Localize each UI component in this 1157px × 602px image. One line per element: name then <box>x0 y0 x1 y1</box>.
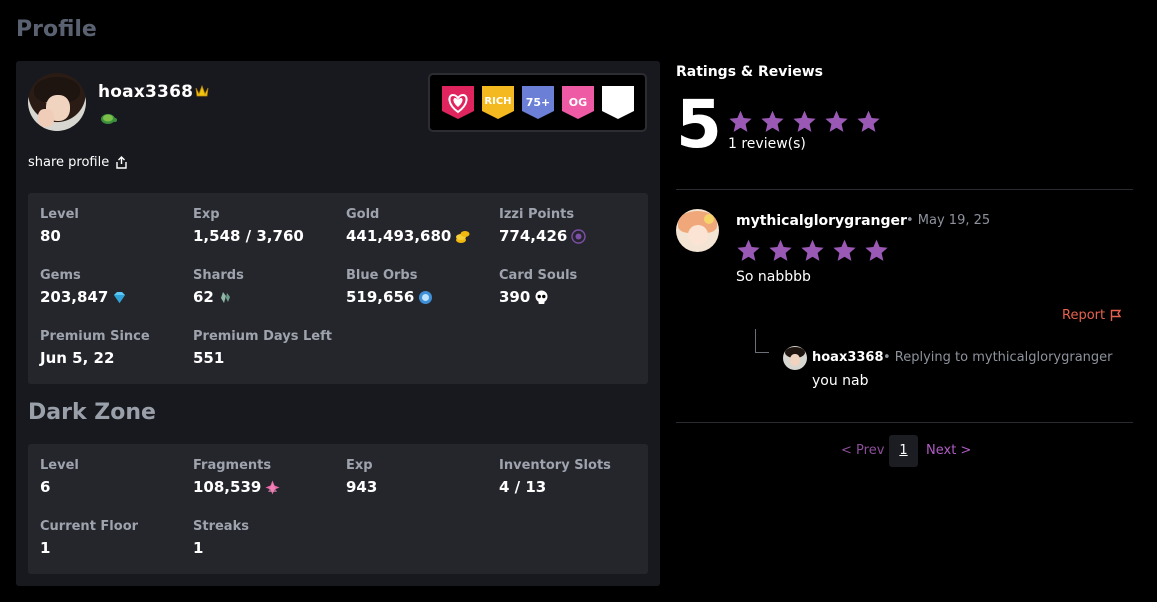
rating-stars <box>728 109 881 134</box>
review-count: 1 review(s) <box>728 136 806 152</box>
next-page-button[interactable]: Next > <box>926 443 971 458</box>
divider <box>676 189 1133 190</box>
page-number-button[interactable]: 1 <box>889 435 918 467</box>
share-profile-label: share profile <box>28 155 110 170</box>
ratings-title: Ratings & Reviews <box>676 64 823 80</box>
dz-stat-exp: Exp 943 <box>346 458 378 496</box>
star-icon <box>825 110 848 132</box>
star-icon <box>857 110 880 132</box>
blue-orb-icon <box>419 290 433 304</box>
stat-gold: Gold 441,493,680 <box>346 207 470 245</box>
star-icon <box>793 110 816 132</box>
dz-stat-fragments: Fragments 108,539 <box>193 458 280 496</box>
stat-exp: Exp 1,548 / 3,760 <box>193 207 304 245</box>
shard-icon <box>220 291 230 303</box>
dz-stat-inventory-slots: Inventory Slots 4 / 13 <box>499 458 611 496</box>
rich-badge[interactable]: RICH <box>482 86 514 119</box>
stat-premium-days-left: Premium Days Left 551 <box>193 329 332 367</box>
review-text: So nabbbb <box>736 269 811 285</box>
turtle-icon <box>101 114 117 124</box>
share-icon <box>116 156 127 169</box>
stat-gems: Gems 203,847 <box>40 268 127 306</box>
review-stars <box>736 238 889 263</box>
profile-card: hoax3368 RICH 75+ OG share profile Level… <box>16 61 660 586</box>
report-button[interactable]: Report <box>1062 308 1122 323</box>
crown-icon <box>195 84 209 97</box>
dark-zone-title: Dark Zone <box>28 400 156 425</box>
star-icon <box>737 239 760 261</box>
reply-text: you nab <box>812 373 869 389</box>
reply-connector <box>755 329 769 353</box>
stat-izzi-points: Izzi Points 774,426 <box>499 207 587 245</box>
og-badge[interactable]: OG <box>562 86 594 119</box>
prev-page-button[interactable]: < Prev <box>841 443 884 458</box>
izzi-point-icon <box>571 228 587 244</box>
stat-level: Level 80 <box>40 207 79 245</box>
fragment-icon <box>265 480 280 494</box>
reviewer-avatar[interactable] <box>676 209 719 252</box>
flag-icon <box>1110 309 1122 321</box>
rating-score: 5 <box>676 86 722 163</box>
reviewer-name[interactable]: mythicalglorygranger <box>736 213 907 229</box>
badge-showcase: RICH 75+ OG <box>428 73 647 132</box>
avatar[interactable] <box>28 73 86 131</box>
report-label: Report <box>1062 308 1106 323</box>
dz-stat-current-floor: Current Floor 1 <box>40 519 139 557</box>
star-icon <box>801 239 824 261</box>
profile-stats-panel: Level 80 Exp 1,548 / 3,760 Gold 441,493,… <box>28 193 648 384</box>
reply-avatar[interactable] <box>783 346 807 370</box>
star-icon <box>769 239 792 261</box>
heart-badge[interactable] <box>442 86 474 119</box>
dz-stat-level: Level 6 <box>40 458 79 496</box>
stat-blue-orbs: Blue Orbs 519,656 <box>346 268 433 306</box>
divider <box>676 422 1133 423</box>
dz-stat-streaks: Streaks 1 <box>193 519 249 557</box>
stat-card-souls: Card Souls 390 <box>499 268 578 306</box>
star-icon <box>865 239 888 261</box>
level-75-badge[interactable]: 75+ <box>522 86 554 119</box>
dark-zone-stats-panel: Level 6 Fragments 108,539 Exp 943 Invent… <box>28 444 648 574</box>
stat-shards: Shards 62 <box>193 268 244 306</box>
page-title: Profile <box>16 17 97 42</box>
username: hoax3368 <box>98 82 194 102</box>
blank-badge[interactable] <box>602 86 634 119</box>
gem-icon <box>114 291 126 303</box>
reply-author[interactable]: hoax3368 <box>812 350 884 365</box>
review-date: • May 19, 25 <box>906 213 991 228</box>
stat-premium-since: Premium Since Jun 5, 22 <box>40 329 150 367</box>
star-icon <box>729 110 752 132</box>
skull-icon <box>535 290 548 304</box>
star-icon <box>833 239 856 261</box>
star-icon <box>761 110 784 132</box>
reply-meta: • Replying to mythicalglorygranger <box>883 350 1113 365</box>
gold-coins-icon <box>456 230 470 243</box>
share-profile-button[interactable]: share profile <box>28 155 128 170</box>
